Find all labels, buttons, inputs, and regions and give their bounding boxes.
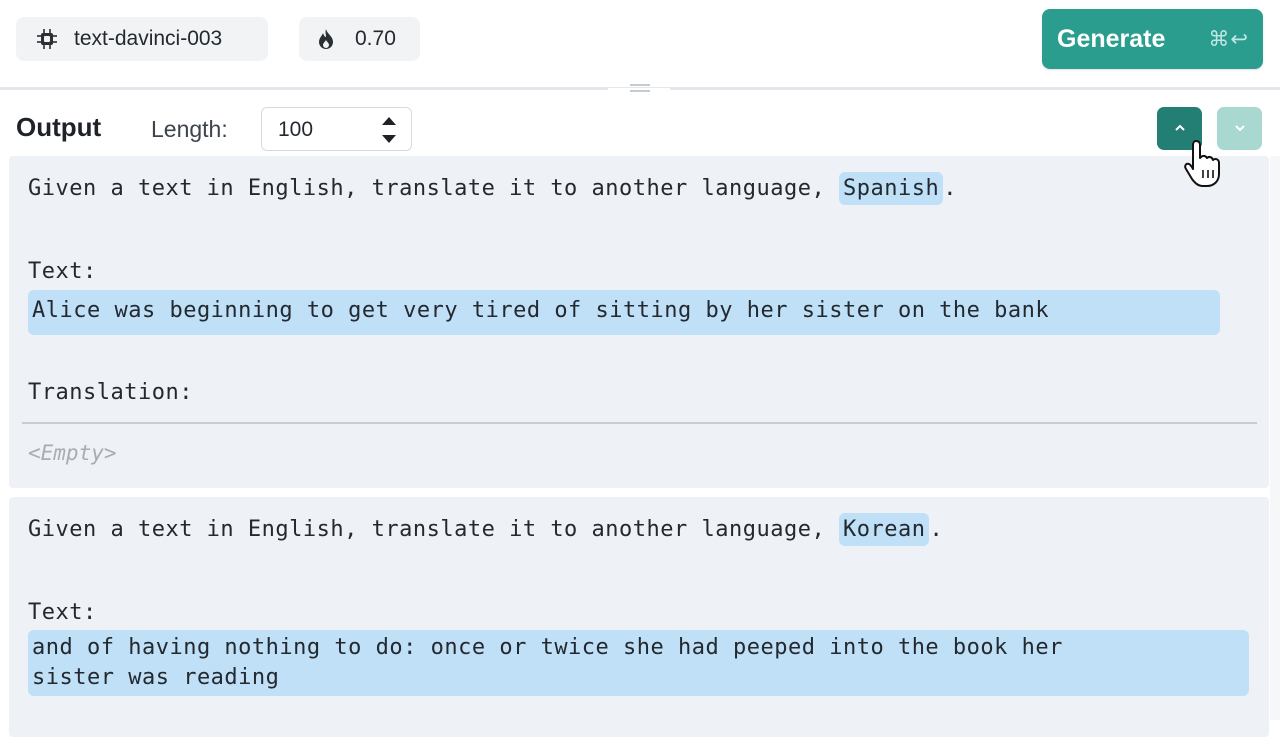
temperature-selector[interactable]: 0.70	[299, 17, 420, 61]
length-label: Length:	[151, 116, 228, 142]
text-label: Text:	[28, 259, 97, 284]
text-line: sister was reading	[32, 665, 280, 690]
translation-label: Translation:	[28, 380, 193, 405]
completion-empty: <Empty>	[28, 441, 117, 465]
instruction-line: Given a text in English, translate it to…	[28, 513, 943, 546]
generate-label: Generate	[1057, 24, 1166, 53]
text-line: Alice was beginning to get very tired of…	[32, 298, 1050, 323]
generate-button[interactable]: Generate ⌘↩	[1042, 9, 1263, 69]
completion-divider	[22, 422, 1257, 424]
length-input[interactable]: 100	[261, 107, 412, 151]
text-label: Text:	[28, 600, 97, 625]
chevron-down-icon	[1233, 120, 1247, 138]
language-variable[interactable]: Korean	[838, 513, 930, 546]
model-label: text-davinci-003	[74, 27, 223, 50]
chip-icon	[36, 28, 58, 50]
length-value: 100	[278, 118, 314, 141]
output-title: Output	[16, 112, 102, 142]
toolbar: text-davinci-003 0.70 Generate ⌘↩	[0, 0, 1280, 88]
model-selector[interactable]: text-davinci-003	[16, 17, 268, 61]
output-item: Given a text in English, translate it to…	[9, 156, 1269, 488]
language-variable[interactable]: Spanish	[838, 172, 944, 205]
text-line: and of having nothing to do: once or twi…	[32, 635, 1063, 660]
scrollbar-track[interactable]	[1270, 156, 1280, 720]
hand-cursor-icon	[1182, 138, 1228, 190]
instruction-line: Given a text in English, translate it to…	[28, 172, 957, 205]
output-item: Given a text in English, translate it to…	[9, 497, 1269, 737]
length-stepper[interactable]	[380, 113, 398, 147]
generate-shortcut: ⌘↩	[1208, 27, 1249, 51]
chevron-up-icon	[1173, 120, 1187, 138]
resize-handle[interactable]	[630, 84, 650, 94]
temperature-label: 0.70	[355, 27, 396, 50]
flame-icon	[315, 28, 337, 50]
